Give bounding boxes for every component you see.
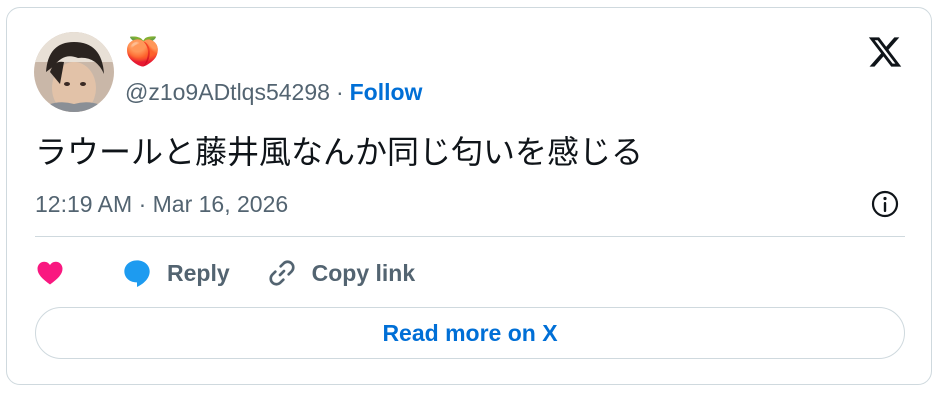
reply-button[interactable]: Reply xyxy=(121,257,230,289)
display-name[interactable]: 🍑 xyxy=(125,36,160,68)
copy-link-button[interactable]: Copy link xyxy=(266,257,416,289)
x-logo-icon[interactable] xyxy=(867,34,903,70)
user-handle[interactable]: @z1o9ADtlqs54298 xyxy=(125,79,330,106)
copy-link-label: Copy link xyxy=(311,259,416,286)
handle-separator: · xyxy=(335,78,344,105)
avatar[interactable] xyxy=(34,32,114,112)
read-more-button[interactable]: Read more on X xyxy=(35,307,905,359)
divider xyxy=(35,236,905,237)
embedded-tweet-card: 🍑 @z1o9ADtlqs54298 · Follow ラウールと藤井風なんか同… xyxy=(6,7,932,385)
link-icon xyxy=(269,260,295,286)
action-bar: Reply Copy link xyxy=(35,254,415,292)
handle-row: @z1o9ADtlqs54298 · Follow xyxy=(125,77,422,107)
like-button[interactable] xyxy=(35,258,65,288)
heart-icon xyxy=(37,261,63,285)
tweet-text: ラウールと藤井風なんか同じ匂いを感じる xyxy=(35,133,644,171)
tweet-timestamp[interactable]: 12:19 AM · Mar 16, 2026 xyxy=(35,189,288,219)
follow-link[interactable]: Follow xyxy=(350,79,423,106)
info-icon[interactable] xyxy=(869,188,901,220)
reply-bubble-icon xyxy=(124,260,150,287)
reply-label: Reply xyxy=(167,259,230,286)
avatar-image xyxy=(34,32,114,112)
